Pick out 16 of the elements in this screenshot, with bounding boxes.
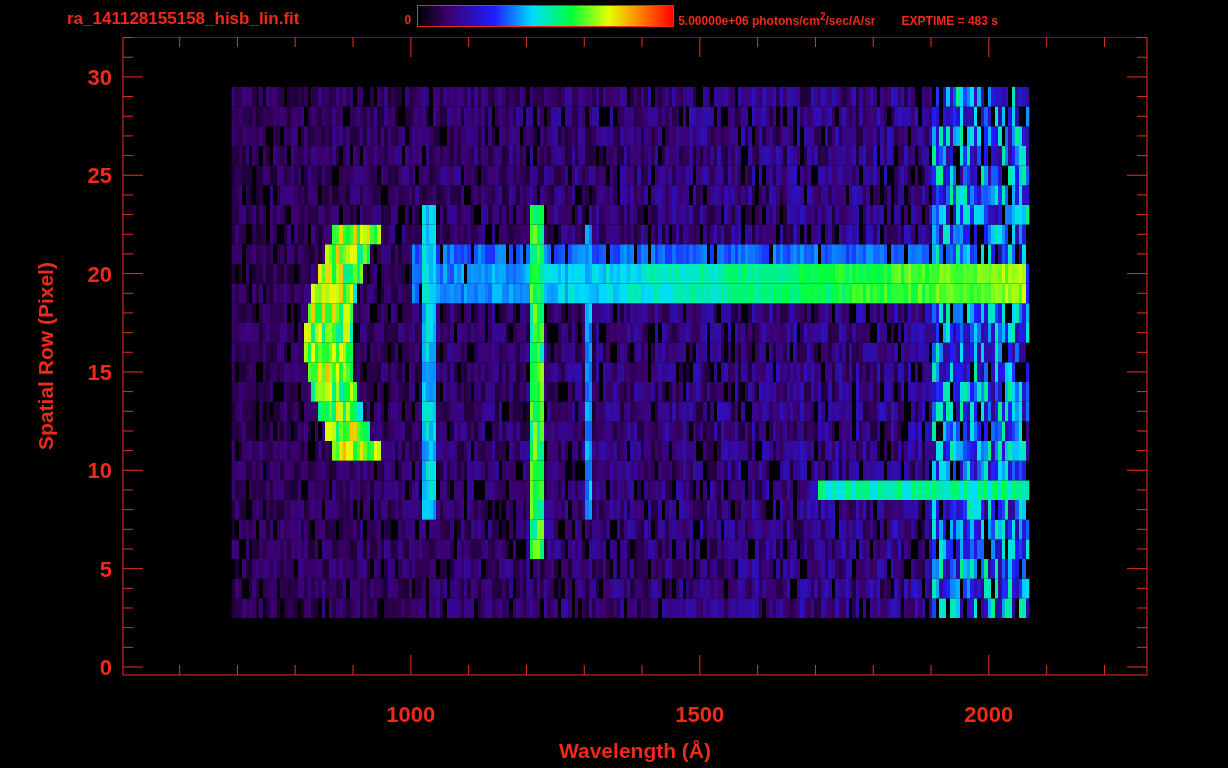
tick-label: 5 [99,556,112,582]
tick-label: 1000 [386,702,436,727]
file-title: ra_141128155158_hisb_lin.fit [67,8,300,29]
tick-label: 1500 [675,702,725,727]
tick-label: 10 [87,458,112,484]
x-axis-title: Wavelength (Å) [558,739,712,762]
colorbar-max-label: 5.00000e+06 photons/cm$^{2}$/sec/A/sr [678,11,876,28]
exposure-time: EXPTIME = 483 s [901,14,998,28]
tick-label: 20 [87,261,112,287]
colorbar-min-label: 0 [404,13,412,27]
tick-label: 25 [87,163,112,189]
tick-label: 30 [87,64,112,90]
tick-label: 2000 [964,702,1014,727]
y-axis-title: Spatial Row (Pixel) [34,262,57,450]
tick-label: 15 [87,359,112,385]
tick-label: 0 [99,655,112,680]
